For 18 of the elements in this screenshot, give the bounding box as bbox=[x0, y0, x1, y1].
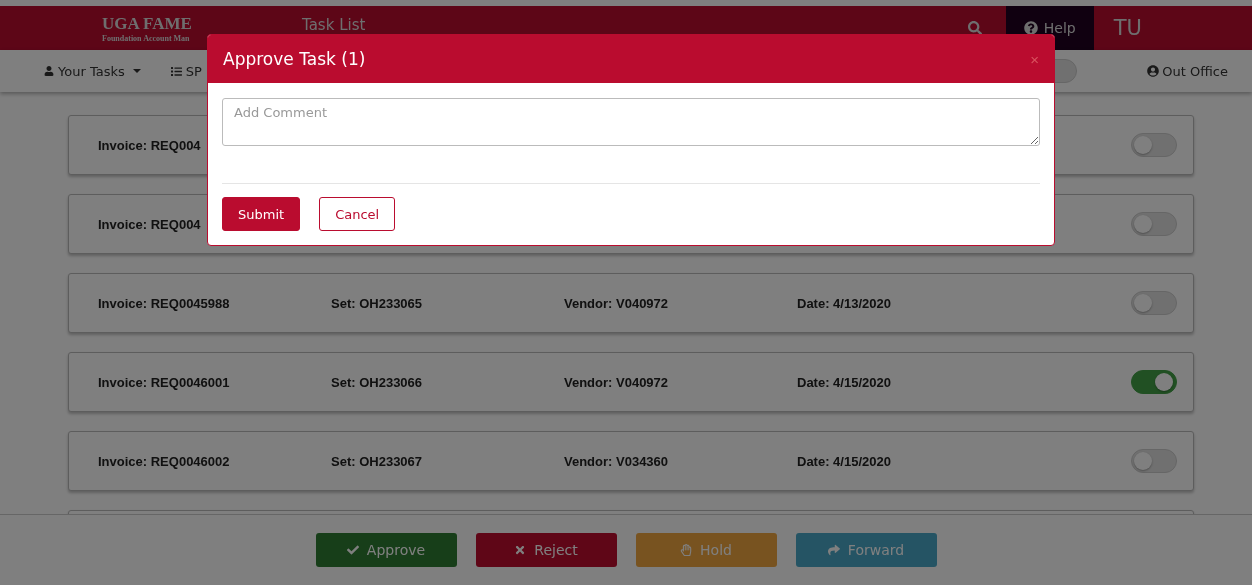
brand-name: UGA FAME bbox=[102, 13, 193, 34]
vendor-number: Vendor: V040972 bbox=[564, 374, 670, 390]
page-title: Task List bbox=[302, 17, 366, 34]
dialog-title: Approve Task (1) bbox=[223, 49, 366, 69]
vendor-number: Vendor: V040972 bbox=[564, 295, 670, 311]
invoice-number: Invoice: REQ0046001 bbox=[98, 374, 231, 390]
task-date: Date: 4/15/2020 bbox=[797, 374, 892, 390]
task-date: Date: 4/13/2020 bbox=[797, 295, 892, 311]
invoice-number: Invoice: REQ004 bbox=[98, 137, 202, 153]
task-date: Date: 4/15/2020 bbox=[797, 453, 892, 469]
invoice-number: Invoice: REQ0045988 bbox=[98, 295, 231, 311]
invoice-number: Invoice: REQ004 bbox=[98, 216, 202, 232]
set-number: Set: OH233066 bbox=[331, 374, 424, 390]
invoice-number: Invoice: REQ0046002 bbox=[98, 453, 231, 469]
set-number: Set: OH233067 bbox=[331, 453, 424, 469]
brand-subtitle: Foundation Account Man bbox=[102, 33, 191, 43]
vendor-number: Vendor: V034360 bbox=[564, 453, 670, 469]
set-number: Set: OH233065 bbox=[331, 295, 424, 311]
